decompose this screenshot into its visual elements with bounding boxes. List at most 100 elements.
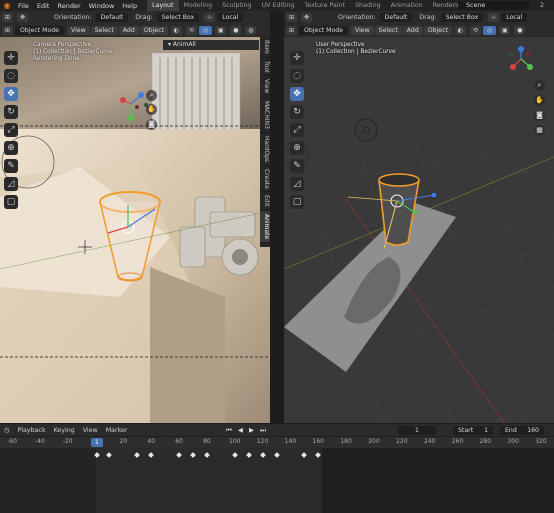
scale-tool-icon[interactable]: ⤢ <box>290 123 304 137</box>
zoom-icon[interactable]: ⌕ <box>534 80 545 91</box>
viewport-grid-scene <box>284 46 554 423</box>
left-viewport[interactable]: ✛ ◌ ✥ ↻ ⤢ ⊕ ✎ ◿ ▢ Camera Perspective (1)… <box>0 37 270 423</box>
pivot-icon[interactable]: ⊹ <box>204 13 216 22</box>
orientation-dropdown[interactable]: Default <box>379 13 413 22</box>
transform-icon[interactable]: ✥ <box>301 13 312 22</box>
editor-type-icon[interactable]: ⊞ <box>2 26 13 35</box>
measure-tool-icon[interactable]: ◿ <box>4 177 18 191</box>
menu-file[interactable]: File <box>14 2 33 10</box>
overlay-button[interactable]: ◎ <box>198 26 213 35</box>
camera-icon[interactable]: ◙ <box>146 119 157 130</box>
sidebar-tab-machin3[interactable]: MACHIN3 <box>260 98 270 133</box>
sidebar-tab-animate[interactable]: Animate <box>260 211 270 244</box>
transform-orientation-dropdown[interactable]: Local <box>501 13 528 22</box>
mode-dropdown[interactable]: Object Mode <box>15 26 64 35</box>
tab-sculpting[interactable]: Sculpting <box>217 0 256 11</box>
transform-icon[interactable]: ✥ <box>17 13 28 22</box>
overlay-button[interactable]: ◎ <box>482 26 497 35</box>
solid-shading-icon[interactable]: ● <box>230 26 242 35</box>
view-menu[interactable]: View <box>66 26 90 35</box>
timeline-ruler[interactable]: -60-40-200204060801001201401601802002202… <box>0 437 554 448</box>
xray-icon[interactable]: ▣ <box>499 26 511 35</box>
add-menu[interactable]: Add <box>118 26 139 35</box>
start-frame-field[interactable]: Start 1 <box>453 425 493 435</box>
menu-window[interactable]: Window <box>85 2 119 10</box>
scale-tool-icon[interactable]: ⤢ <box>4 123 18 137</box>
annotate-tool-icon[interactable]: ✎ <box>290 159 304 173</box>
menu-help[interactable]: Help <box>118 2 141 10</box>
current-frame-field[interactable]: 1 <box>398 425 436 435</box>
mode-dropdown[interactable]: Object Mode <box>299 26 348 35</box>
tab-shading[interactable]: Shading <box>350 0 386 11</box>
playback-controls[interactable]: ⏮ ◀ ▶ ⏭ <box>226 426 268 435</box>
measure-tool-icon[interactable]: ◿ <box>290 177 304 191</box>
visibility-icon[interactable]: ◐ <box>170 26 182 35</box>
select-menu[interactable]: Select <box>90 26 118 35</box>
tab-uv-editing[interactable]: UV Editing <box>257 0 300 11</box>
object-menu[interactable]: Object <box>423 26 452 35</box>
tab-modeling[interactable]: Modeling <box>179 0 218 11</box>
sidebar-tab-item[interactable]: Item <box>260 37 270 58</box>
animall-panel-header[interactable]: ▾ AnimAll <box>163 40 259 50</box>
sidebar-tab-create[interactable]: Create <box>260 166 270 193</box>
area-divider[interactable] <box>270 37 284 424</box>
object-menu[interactable]: Object <box>139 26 168 35</box>
select-tool-icon[interactable]: ◌ <box>4 69 18 83</box>
pivot-icon[interactable]: ⊹ <box>488 13 500 22</box>
sidebar-tab-view[interactable]: View <box>260 76 270 98</box>
pan-hand-icon[interactable]: ✋ <box>534 95 545 106</box>
drag-dropdown[interactable]: Select Box <box>440 13 484 22</box>
sidebar-tab-tool[interactable]: Tool <box>260 58 270 77</box>
view-menu[interactable]: View <box>350 26 374 35</box>
camera-icon[interactable]: ◙ <box>534 110 545 121</box>
transform-orientation-dropdown[interactable]: Local <box>217 13 244 22</box>
add-cube-tool-icon[interactable]: ▢ <box>290 195 304 209</box>
marker-menu[interactable]: Marker <box>102 427 132 434</box>
view-menu[interactable]: View <box>79 427 102 434</box>
annotate-tool-icon[interactable]: ✎ <box>4 159 18 173</box>
solid-shading-icon[interactable]: ● <box>514 26 526 35</box>
timeline-editor-icon[interactable]: ◷ <box>0 427 14 434</box>
tab-layout[interactable]: Layout <box>147 0 179 11</box>
gizmo-icon[interactable]: ⟲ <box>185 26 197 35</box>
zoom-icon[interactable]: ⌕ <box>146 90 157 101</box>
tab-texture-paint[interactable]: Texture Paint <box>299 0 350 11</box>
keying-menu[interactable]: Keying <box>50 427 79 434</box>
editor-type-icon[interactable]: ⊞ <box>2 13 13 22</box>
gizmo-icon[interactable]: ⟲ <box>469 26 481 35</box>
rotate-tool-icon[interactable]: ↻ <box>290 105 304 119</box>
visibility-icon[interactable]: ◐ <box>454 26 466 35</box>
end-frame-field[interactable]: End 160 <box>500 425 544 435</box>
cursor-tool-icon[interactable]: ✛ <box>290 51 304 65</box>
timeline-body[interactable] <box>0 448 554 513</box>
transform-tool-icon[interactable]: ⊕ <box>290 141 304 155</box>
drag-dropdown[interactable]: Select Box <box>156 13 200 22</box>
sidebar-tab-edit[interactable]: Edit <box>260 192 270 212</box>
move-tool-icon[interactable]: ✥ <box>290 87 304 101</box>
move-tool-icon[interactable]: ✥ <box>4 87 18 101</box>
cursor-tool-icon[interactable]: ✛ <box>4 51 18 65</box>
add-cube-tool-icon[interactable]: ▢ <box>4 195 18 209</box>
editor-type-icon[interactable]: ⊞ <box>286 13 297 22</box>
end-label: End <box>505 426 517 434</box>
tab-animation[interactable]: Animation <box>386 0 428 11</box>
right-viewport[interactable]: ✛ ◌ ✥ ↻ ⤢ ⊕ ✎ ◿ ▢ User Perspective (1) C… <box>284 37 554 423</box>
editor-type-icon[interactable]: ⊞ <box>286 26 297 35</box>
rotate-tool-icon[interactable]: ↻ <box>4 105 18 119</box>
menu-render[interactable]: Render <box>53 2 84 10</box>
select-tool-icon[interactable]: ◌ <box>290 69 304 83</box>
select-menu[interactable]: Select <box>374 26 402 35</box>
material-shading-icon[interactable]: ◍ <box>245 26 257 35</box>
blender-logo-icon[interactable]: ◉ <box>0 0 14 11</box>
orientation-dropdown[interactable]: Default <box>95 13 129 22</box>
pan-hand-icon[interactable]: ✋ <box>146 104 157 115</box>
playback-menu[interactable]: Playback <box>14 427 50 434</box>
scene-selector[interactable]: Scene <box>458 1 530 10</box>
add-menu[interactable]: Add <box>402 26 423 35</box>
playhead-frame-label[interactable]: 1 <box>90 438 103 447</box>
grid-view-icon[interactable]: ▦ <box>534 125 545 136</box>
transform-tool-icon[interactable]: ⊕ <box>4 141 18 155</box>
menu-edit[interactable]: Edit <box>33 2 54 10</box>
sidebar-tab-hardops[interactable]: HardOps <box>260 133 270 166</box>
xray-icon[interactable]: ▣ <box>215 26 227 35</box>
